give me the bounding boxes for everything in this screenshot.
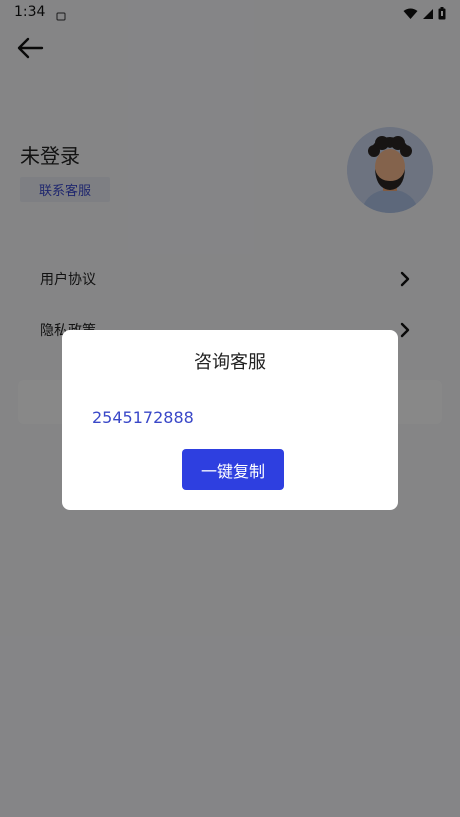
app-screen: 1:34 未登录 联系客服 用户协议 咨询客服 2545172888 一键复制 [0,0,460,817]
support-phone-number: 2545172888 [92,408,194,427]
contact-dialog: 咨询客服 2545172888 一键复制 [62,330,398,510]
copy-button[interactable]: 一键复制 [182,449,284,490]
dialog-title: 咨询客服 [194,352,266,373]
